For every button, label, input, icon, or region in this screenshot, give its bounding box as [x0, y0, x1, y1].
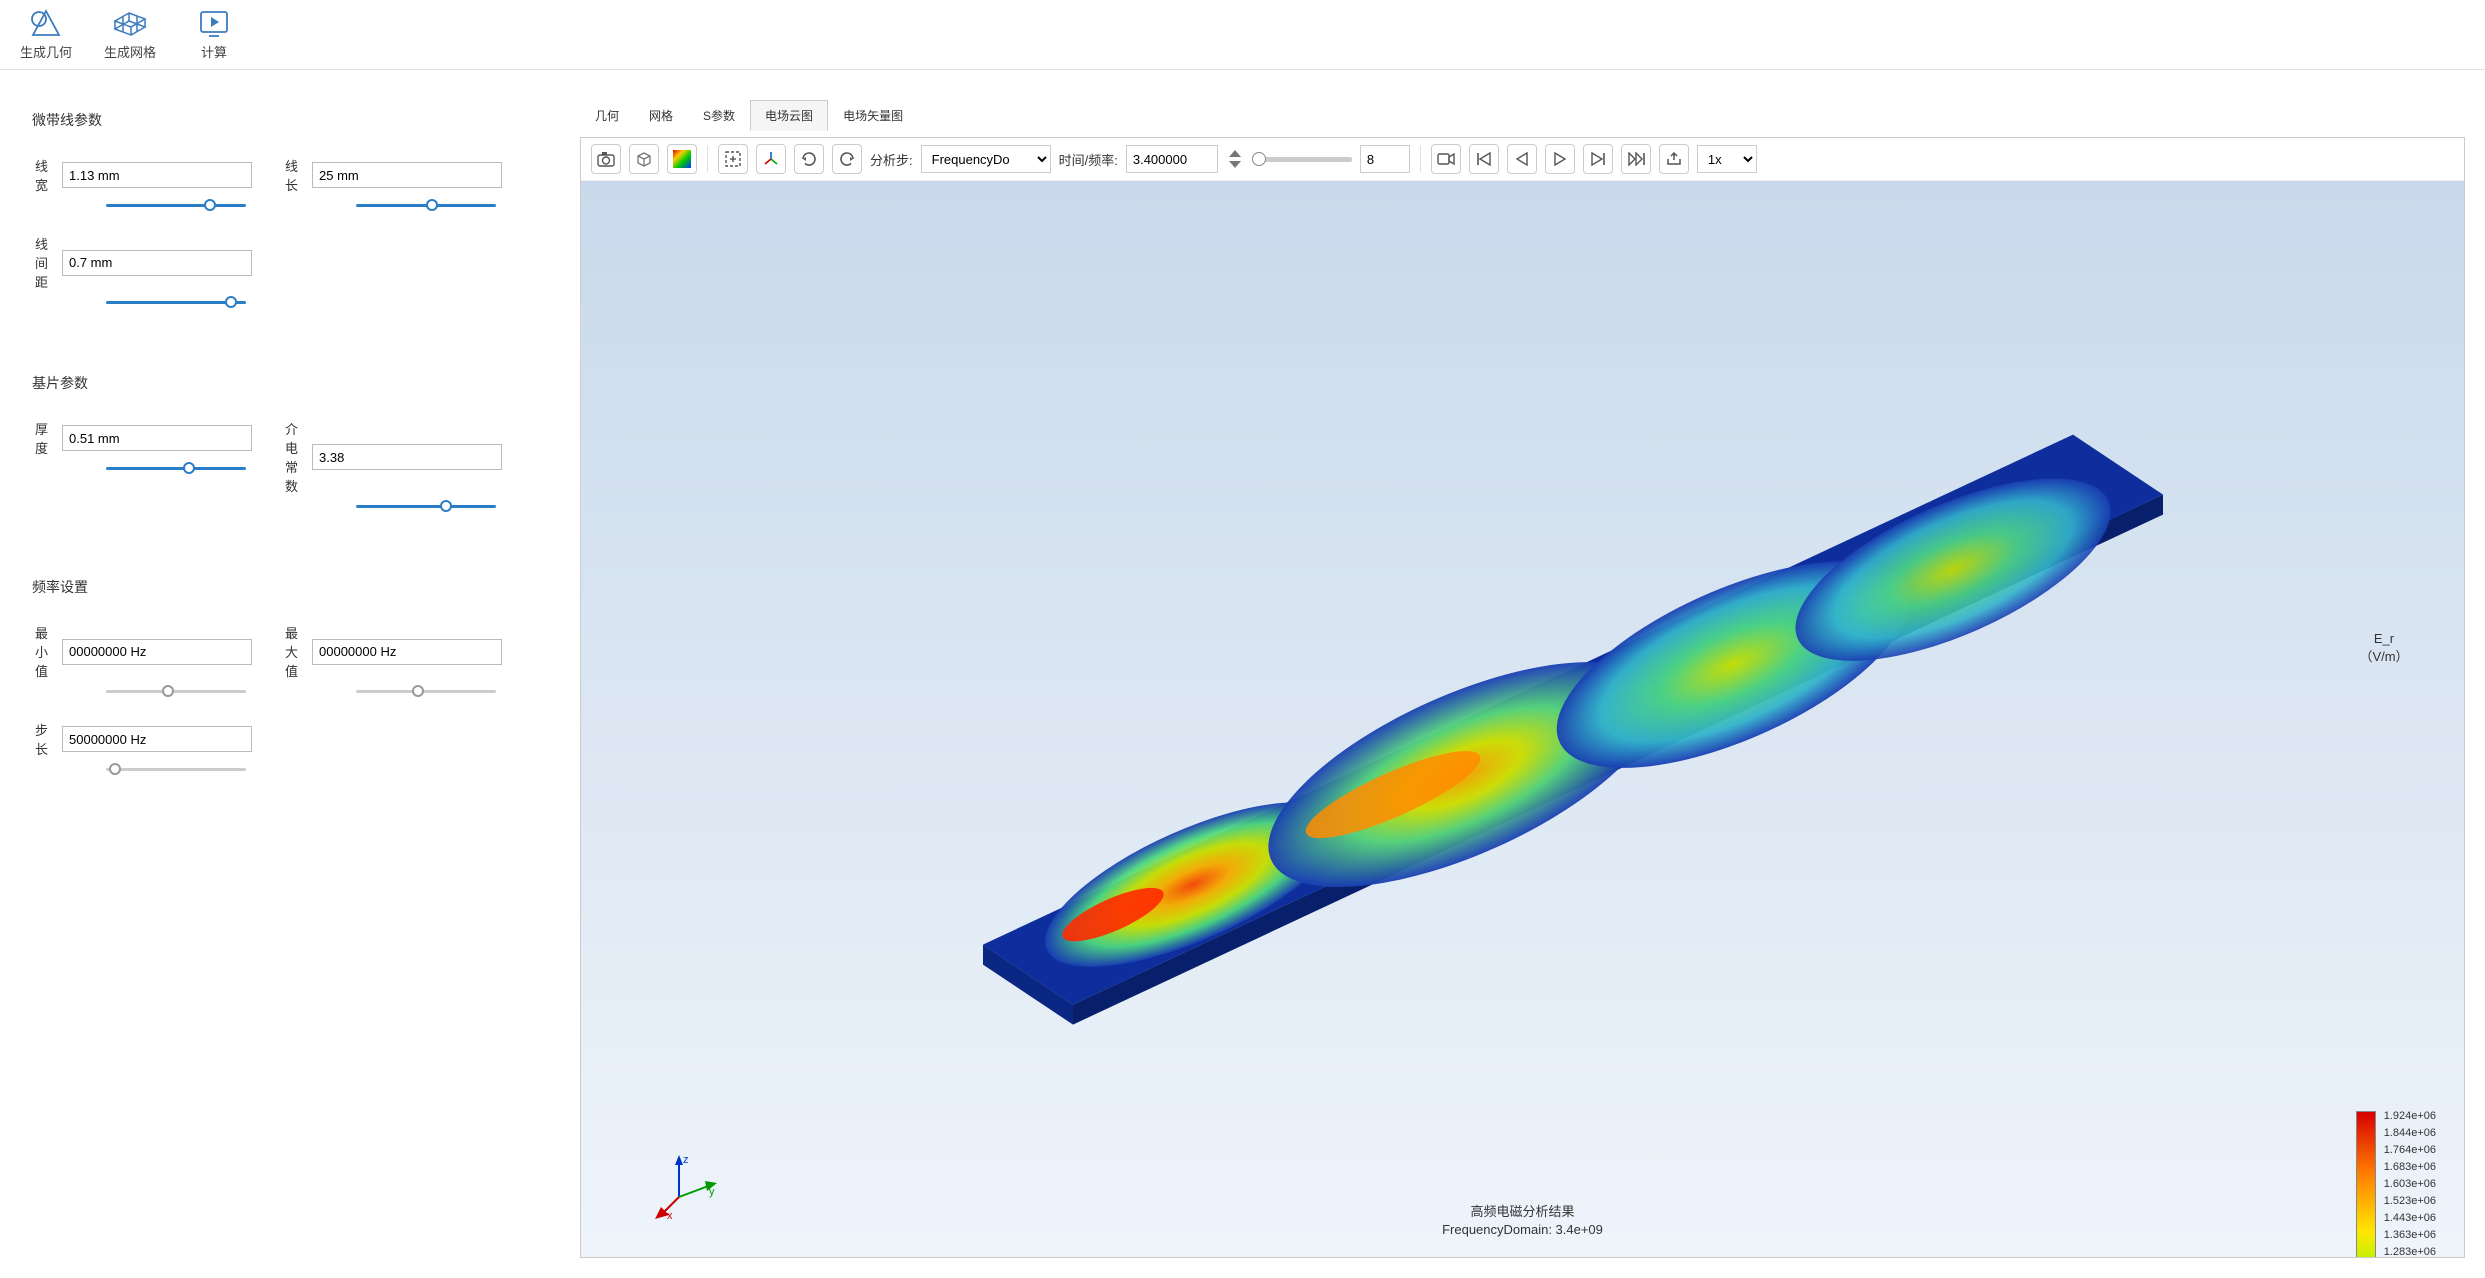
top-toolbar: 生成几何 生成网格 计算	[0, 0, 2485, 70]
axis-toggle-icon[interactable]	[756, 144, 786, 174]
result-subtitle: FrequencyDomain: 3.4e+09	[1442, 1221, 1603, 1239]
legend-values: 1.924e+06 1.844e+06 1.764e+06 1.683e+06 1.60…	[2384, 1111, 2436, 1257]
line-length-input[interactable]	[312, 162, 502, 188]
analysis-step-label: 分析步:	[870, 150, 913, 169]
permittivity-label: 介电常数	[282, 419, 298, 495]
result-title: 高频电磁分析结果	[1442, 1203, 1603, 1221]
tab-sparam[interactable]: S参数	[688, 100, 750, 131]
svg-text:x: x	[667, 1210, 673, 1221]
parameters-sidebar: 微带线参数 线宽 线长	[0, 70, 580, 1278]
prev-frame-icon[interactable]	[1507, 144, 1537, 174]
stepper-icon[interactable]	[1226, 144, 1244, 174]
fit-view-icon[interactable]	[718, 144, 748, 174]
undo-icon[interactable]	[832, 144, 862, 174]
line-gap-input[interactable]	[62, 250, 252, 276]
freq-max-label: 最大值	[282, 623, 298, 680]
time-freq-label: 时间/频率:	[1059, 150, 1118, 169]
legend-tick: 1.443e+06	[2384, 1213, 2436, 1224]
thickness-slider[interactable]	[106, 461, 246, 475]
legend-tick: 1.924e+06	[2384, 1111, 2436, 1122]
tab-geometry[interactable]: 几何	[580, 100, 634, 131]
freq-max-slider[interactable]	[356, 684, 496, 698]
last-frame-icon[interactable]	[1621, 144, 1651, 174]
section-microstrip: 微带线参数 线宽 线长	[32, 110, 566, 331]
freq-step-label: 步长	[32, 720, 48, 758]
cube-icon[interactable]	[629, 144, 659, 174]
legend-colorbar	[2356, 1111, 2376, 1257]
legend-tick: 1.844e+06	[2384, 1128, 2436, 1139]
tab-field-vector[interactable]: 电场矢量图	[828, 100, 918, 131]
viewer-panel: 几何 网格 S参数 电场云图 电场矢量图 分析步: FrequencyDo 时间…	[580, 70, 2485, 1278]
svg-text:y: y	[709, 1186, 715, 1198]
canvas-footer: 高频电磁分析结果 FrequencyDomain: 3.4e+09	[1442, 1203, 1603, 1239]
canvas-container: 分析步: FrequencyDo 时间/频率: 1x	[580, 137, 2465, 1258]
geometry-icon	[27, 8, 65, 40]
next-frame-icon[interactable]	[1583, 144, 1613, 174]
viewer-toolbar: 分析步: FrequencyDo 时间/频率: 1x	[581, 138, 2464, 181]
legend-tick: 1.603e+06	[2384, 1179, 2436, 1190]
tab-field-cloud[interactable]: 电场云图	[750, 100, 828, 131]
section-title: 频率设置	[32, 577, 566, 597]
line-length-label: 线长	[282, 156, 298, 194]
line-length-slider[interactable]	[356, 198, 496, 212]
permittivity-slider[interactable]	[356, 499, 496, 513]
section-substrate: 基片参数 厚度 介电常数	[32, 373, 566, 535]
legend-tick: 1.523e+06	[2384, 1196, 2436, 1207]
section-title: 基片参数	[32, 373, 566, 393]
record-icon[interactable]	[1431, 144, 1461, 174]
calculate-button[interactable]: 计算	[182, 8, 246, 61]
viewer-tabs: 几何 网格 S参数 电场云图 电场矢量图	[580, 100, 2465, 131]
thickness-input[interactable]	[62, 425, 252, 451]
calculate-label: 计算	[201, 42, 227, 61]
first-frame-icon[interactable]	[1469, 144, 1499, 174]
freq-step-input[interactable]	[62, 726, 252, 752]
freq-step-slider[interactable]	[106, 762, 246, 776]
speed-select[interactable]: 1x	[1697, 145, 1757, 173]
analysis-step-select[interactable]: FrequencyDo	[921, 145, 1051, 173]
freq-max-input[interactable]	[312, 639, 502, 665]
camera-icon[interactable]	[591, 144, 621, 174]
build-mesh-button[interactable]: 生成网格	[98, 8, 162, 61]
time-freq-input[interactable]	[1126, 145, 1218, 173]
legend-quantity: E_r	[2374, 631, 2394, 646]
legend-tick: 1.764e+06	[2384, 1145, 2436, 1156]
colormap-icon[interactable]	[667, 144, 697, 174]
thickness-label: 厚度	[32, 419, 48, 457]
tab-mesh[interactable]: 网格	[634, 100, 688, 131]
legend-tick: 1.283e+06	[2384, 1247, 2436, 1257]
axis-triad-icon: z y x	[651, 1151, 721, 1221]
play-frame-icon[interactable]	[1545, 144, 1575, 174]
line-gap-slider[interactable]	[106, 295, 246, 309]
line-gap-label: 线间距	[32, 234, 48, 291]
line-width-input[interactable]	[62, 162, 252, 188]
color-legend: E_r （V/m） 1.924e+061.844e+061.764e+061.6…	[2314, 631, 2454, 671]
play-icon	[195, 8, 233, 40]
build-mesh-label: 生成网格	[104, 42, 156, 61]
legend-unit: （V/m）	[2359, 649, 2408, 664]
line-width-slider[interactable]	[106, 198, 246, 212]
build-geometry-button[interactable]: 生成几何	[14, 8, 78, 61]
section-title: 微带线参数	[32, 110, 566, 130]
frame-slider[interactable]	[1252, 157, 1352, 162]
export-icon[interactable]	[1659, 144, 1689, 174]
freq-min-input[interactable]	[62, 639, 252, 665]
frame-input[interactable]	[1360, 145, 1410, 173]
section-frequency: 频率设置 最小值 最大值	[32, 577, 566, 798]
freq-min-slider[interactable]	[106, 684, 246, 698]
freq-min-label: 最小值	[32, 623, 48, 680]
legend-tick: 1.683e+06	[2384, 1162, 2436, 1173]
permittivity-input[interactable]	[312, 444, 502, 470]
line-width-label: 线宽	[32, 156, 48, 194]
svg-text:z: z	[683, 1154, 689, 1166]
refresh-icon[interactable]	[794, 144, 824, 174]
field-plot	[873, 345, 2173, 1065]
mesh-icon	[111, 8, 149, 40]
render-canvas[interactable]: z y x 高频电磁分析结果 FrequencyDomain: 3.4e+09 …	[581, 181, 2464, 1257]
build-geometry-label: 生成几何	[20, 42, 72, 61]
legend-tick: 1.363e+06	[2384, 1230, 2436, 1241]
